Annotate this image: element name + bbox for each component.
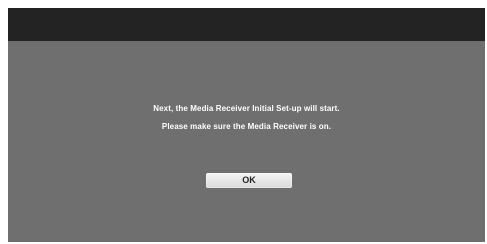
top-bar xyxy=(8,8,485,41)
message-line-1: Next, the Media Receiver Initial Set-up … xyxy=(153,104,340,113)
ok-button[interactable]: OK xyxy=(206,173,292,188)
message-line-2: Please make sure the Media Receiver is o… xyxy=(161,122,332,131)
setup-message: Next, the Media Receiver Initial Set-up … xyxy=(8,100,485,136)
setup-screen: Next, the Media Receiver Initial Set-up … xyxy=(8,8,485,242)
